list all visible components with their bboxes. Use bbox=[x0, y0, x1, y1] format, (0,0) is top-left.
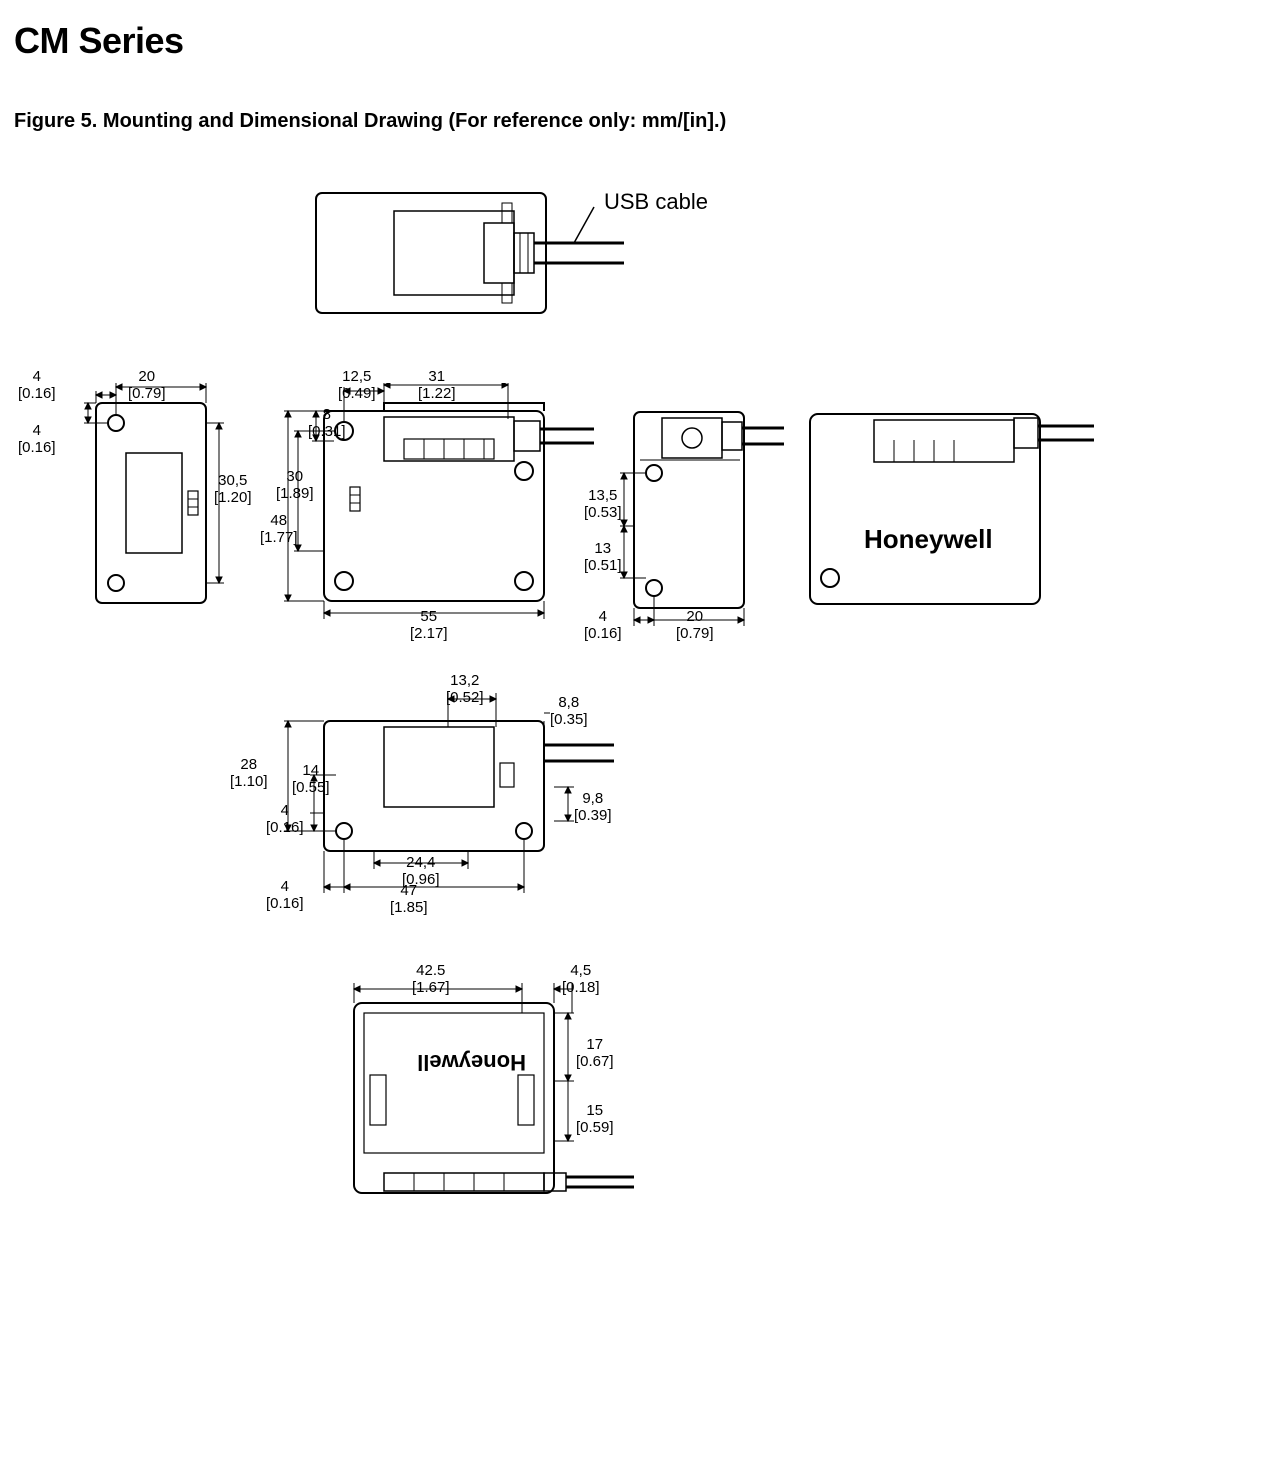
dim-mm: 13,5 bbox=[588, 487, 617, 504]
dim-55: 55[2.17] bbox=[410, 609, 448, 642]
brand-text-flipped: Honeywell bbox=[417, 1050, 526, 1075]
dim-mm: 4 bbox=[281, 878, 289, 895]
drawing-area: USB cable bbox=[14, 173, 1254, 1453]
dim-in: [0.59] bbox=[576, 1119, 614, 1136]
dim-mm: 8,8 bbox=[558, 694, 579, 711]
dim-mm: 31 bbox=[428, 368, 445, 385]
dim-mm: 17 bbox=[586, 1036, 603, 1053]
dim-in: [0.35] bbox=[550, 711, 588, 728]
dim-in: [1.77] bbox=[260, 529, 298, 546]
dim-in: [0.39] bbox=[574, 807, 612, 824]
dim-4-2: 4 [0.16] bbox=[18, 423, 56, 456]
dim-in: [1.22] bbox=[418, 385, 456, 402]
dim-mm: 20 bbox=[686, 608, 703, 625]
dim-mm: 9,8 bbox=[582, 790, 603, 807]
dim-30-5: 30,5 [1.20] bbox=[214, 473, 252, 506]
dim-in: [1.10] bbox=[230, 773, 268, 790]
dim-mm: 4 bbox=[281, 802, 289, 819]
dim-mm: 30 bbox=[286, 468, 303, 485]
dim-in: [2.17] bbox=[410, 625, 448, 642]
dim-8-8: 8,8[0.35] bbox=[550, 695, 588, 728]
dim-mm: 30,5 bbox=[218, 472, 247, 489]
dim-in: [1.20] bbox=[214, 489, 252, 506]
view-right-side bbox=[614, 398, 794, 638]
dim-13-5: 13,5[0.53] bbox=[584, 488, 622, 521]
dim-15: 15[0.59] bbox=[576, 1103, 614, 1136]
dim-mm: 12,5 bbox=[342, 368, 371, 385]
dim-13-2: 13,2[0.52] bbox=[446, 673, 484, 706]
page-title: CM Series bbox=[14, 20, 1254, 62]
dim-mm: 48 bbox=[270, 512, 287, 529]
dim-47: 47[1.85] bbox=[390, 883, 428, 916]
dim-9-8: 9,8[0.39] bbox=[574, 791, 612, 824]
view-left-side bbox=[74, 383, 234, 623]
dim-in: [0.67] bbox=[576, 1053, 614, 1070]
dim-in: [0.53] bbox=[584, 504, 622, 521]
dim-in: [0.16] bbox=[266, 895, 304, 912]
dim-in: [0.49] bbox=[338, 385, 376, 402]
dim-in: [1.67] bbox=[412, 979, 450, 996]
dim-in: [0.16] bbox=[266, 819, 304, 836]
dim-42-5: 42.5[1.67] bbox=[412, 963, 450, 996]
dim-4-r1: 4[0.16] bbox=[266, 803, 304, 836]
callout-usb-cable: USB cable bbox=[604, 189, 708, 215]
dim-mm: 4 bbox=[599, 608, 607, 625]
view-top bbox=[314, 183, 634, 323]
dim-in: [0.51] bbox=[584, 557, 622, 574]
dim-mm: 13 bbox=[594, 540, 611, 557]
dim-mm: 55 bbox=[420, 608, 437, 625]
dim-in: [0.18] bbox=[562, 979, 600, 996]
dim-mm: 42.5 bbox=[416, 962, 445, 979]
dim-8: 8[0.31] bbox=[308, 407, 346, 440]
view-branded: Honeywell bbox=[804, 398, 1104, 608]
dim-in: [0.16] bbox=[584, 625, 622, 642]
dim-in: [1.85] bbox=[390, 899, 428, 916]
dim-48: 48[1.77] bbox=[260, 513, 298, 546]
dim-20-1: 20 [0.79] bbox=[128, 369, 166, 402]
dim-mm: 4 bbox=[33, 422, 41, 439]
dim-in: [0.31] bbox=[308, 423, 346, 440]
dim-mm: 15 bbox=[586, 1102, 603, 1119]
dim-in: [0.79] bbox=[128, 385, 166, 402]
dim-in: [0.16] bbox=[18, 439, 56, 456]
dim-20-rs: 20[0.79] bbox=[676, 609, 714, 642]
dim-17: 17[0.67] bbox=[576, 1037, 614, 1070]
dim-in: [0.55] bbox=[292, 779, 330, 796]
dim-mm: 24,4 bbox=[406, 854, 435, 871]
dim-12-5: 12,5[0.49] bbox=[338, 369, 376, 402]
dim-mm: 4 bbox=[33, 368, 41, 385]
dim-mm: 8 bbox=[323, 406, 331, 423]
dim-in: [0.79] bbox=[676, 625, 714, 642]
dim-mm: 28 bbox=[240, 756, 257, 773]
dim-13: 13[0.51] bbox=[584, 541, 622, 574]
dim-4-1: 4 [0.16] bbox=[18, 369, 56, 402]
dim-mm: 47 bbox=[400, 882, 417, 899]
figure-caption: Figure 5. Mounting and Dimensional Drawi… bbox=[14, 110, 1254, 133]
dim-in: [0.52] bbox=[446, 689, 484, 706]
dim-31: 31[1.22] bbox=[418, 369, 456, 402]
dim-30: 30[1.89] bbox=[276, 469, 314, 502]
dim-4-r2: 4[0.16] bbox=[266, 879, 304, 912]
dim-mm: 13,2 bbox=[450, 672, 479, 689]
dim-4-5: 4,5[0.18] bbox=[562, 963, 600, 996]
brand-text: Honeywell bbox=[864, 524, 993, 554]
dim-in: [1.89] bbox=[276, 485, 314, 502]
dim-14: 14[0.55] bbox=[292, 763, 330, 796]
dim-28: 28[1.10] bbox=[230, 757, 268, 790]
dim-mm: 4,5 bbox=[570, 962, 591, 979]
dim-mm: 14 bbox=[302, 762, 319, 779]
dim-mm: 20 bbox=[138, 368, 155, 385]
dim-4-rs: 4[0.16] bbox=[584, 609, 622, 642]
dim-in: [0.16] bbox=[18, 385, 56, 402]
